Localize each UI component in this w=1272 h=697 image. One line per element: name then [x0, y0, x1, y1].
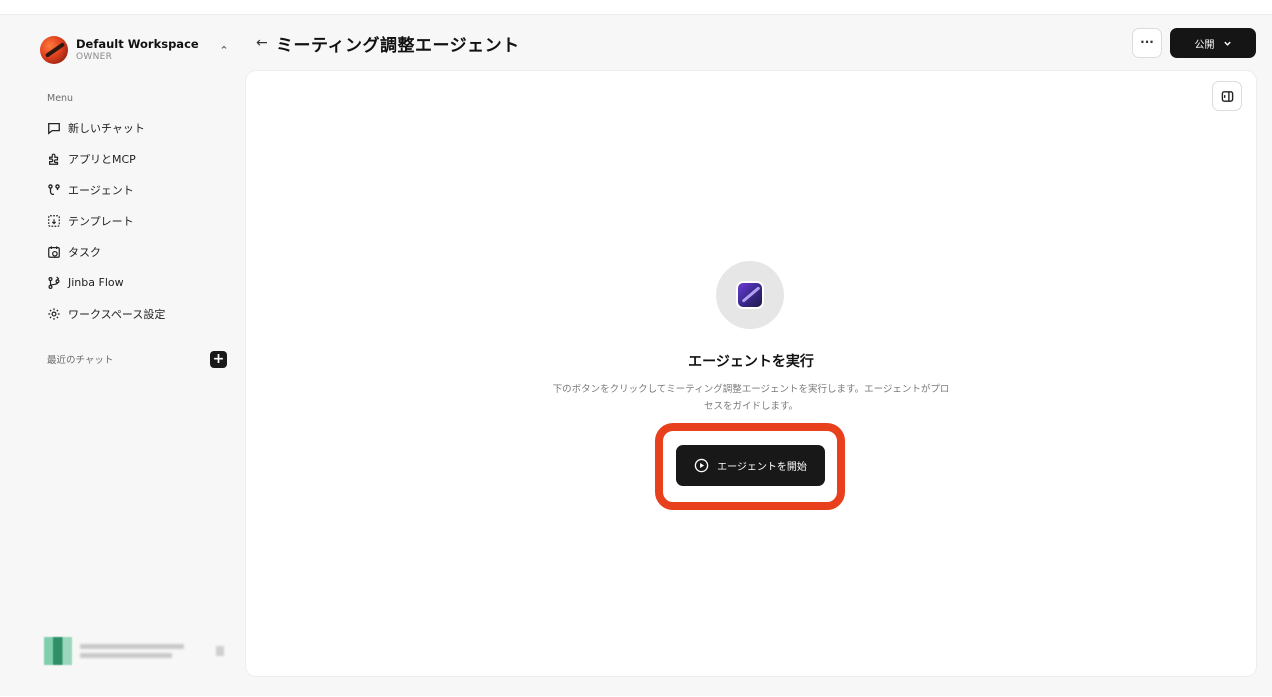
workspace-info: Default Workspace OWNER [76, 37, 216, 63]
chevron-down-icon [1223, 41, 1231, 46]
template-icon [47, 214, 61, 228]
play-circle-icon [694, 458, 709, 473]
agent-logo-icon [736, 281, 764, 309]
sidebar-item-apps-mcp[interactable]: アプリとMCP [40, 143, 230, 174]
workspace-avatar [40, 36, 68, 64]
sidebar-item-label: タスク [68, 245, 101, 259]
sidebar-panel-icon [1221, 90, 1233, 102]
avatar [44, 637, 72, 665]
more-options-button[interactable]: ··· [1132, 28, 1162, 58]
run-agent-title: エージェントを実行 [688, 354, 814, 370]
agent-icon [47, 183, 61, 197]
page-title: ミーティング調整エージェント [276, 35, 520, 56]
puzzle-icon [47, 152, 61, 166]
start-agent-button[interactable]: エージェントを開始 [676, 445, 825, 486]
sidebar-item-tasks[interactable]: タスク [40, 236, 230, 267]
sidebar-item-label: Jinba Flow [68, 276, 124, 289]
sidebar-nav: 新しいチャット アプリとMCP エージェント テンプレート タスク Jinba … [40, 112, 230, 329]
sidebar-item-label: アプリとMCP [68, 152, 136, 166]
sidebar-item-agents[interactable]: エージェント [40, 174, 230, 205]
main-panel: エージェントを実行 下のボタンをクリックしてミーティング調整エージェントを実行し… [246, 71, 1256, 676]
flow-icon [47, 275, 61, 290]
back-arrow-icon[interactable]: ← [246, 35, 276, 51]
user-info-redacted [80, 640, 184, 662]
workspace-switcher[interactable]: Default Workspace OWNER ⌃ [40, 33, 232, 67]
chat-icon [47, 121, 61, 135]
recent-chats-header: 最近のチャット + [47, 348, 227, 370]
sidebar-item-label: テンプレート [68, 214, 134, 228]
header-actions: ··· 公開 [1132, 28, 1256, 58]
panel-toggle-button[interactable] [1212, 81, 1242, 111]
app-window: Default Workspace OWNER ⌃ Menu 新しいチャット ア… [0, 14, 1272, 696]
sidebar-item-workspace-settings[interactable]: ワークスペース設定 [40, 298, 230, 329]
workspace-name: Default Workspace [76, 37, 199, 51]
sidebar: Default Workspace OWNER ⌃ Menu 新しいチャット ア… [0, 15, 240, 697]
sidebar-item-templates[interactable]: テンプレート [40, 205, 230, 236]
calendar-clock-icon [47, 245, 61, 259]
publish-button[interactable]: 公開 [1170, 28, 1256, 58]
page-header: ← ミーティング調整エージェント ··· 公開 [246, 25, 1256, 61]
menu-label: Menu [47, 93, 74, 104]
sidebar-item-new-chat[interactable]: 新しいチャット [40, 112, 230, 143]
run-agent-description: 下のボタンをクリックしてミーティング調整エージェントを実行します。エージェントが… [552, 384, 950, 412]
gear-icon [47, 307, 61, 321]
add-chat-button[interactable]: + [210, 350, 227, 368]
agent-logo-container [716, 261, 784, 329]
sidebar-item-label: ワークスペース設定 [68, 307, 166, 321]
sidebar-item-label: エージェント [68, 183, 134, 197]
workspace-role: OWNER [76, 52, 113, 62]
user-menu-icon[interactable] [216, 646, 224, 656]
user-profile[interactable] [44, 635, 224, 667]
chevron-up-down-icon[interactable]: ⌃ [216, 44, 232, 57]
start-agent-label: エージェントを開始 [717, 462, 807, 473]
recent-chats-label: 最近のチャット [47, 355, 114, 366]
publish-label: 公開 [1194, 39, 1215, 51]
sidebar-item-label: 新しいチャット [68, 121, 145, 135]
sidebar-item-jinba-flow[interactable]: Jinba Flow [40, 267, 230, 298]
